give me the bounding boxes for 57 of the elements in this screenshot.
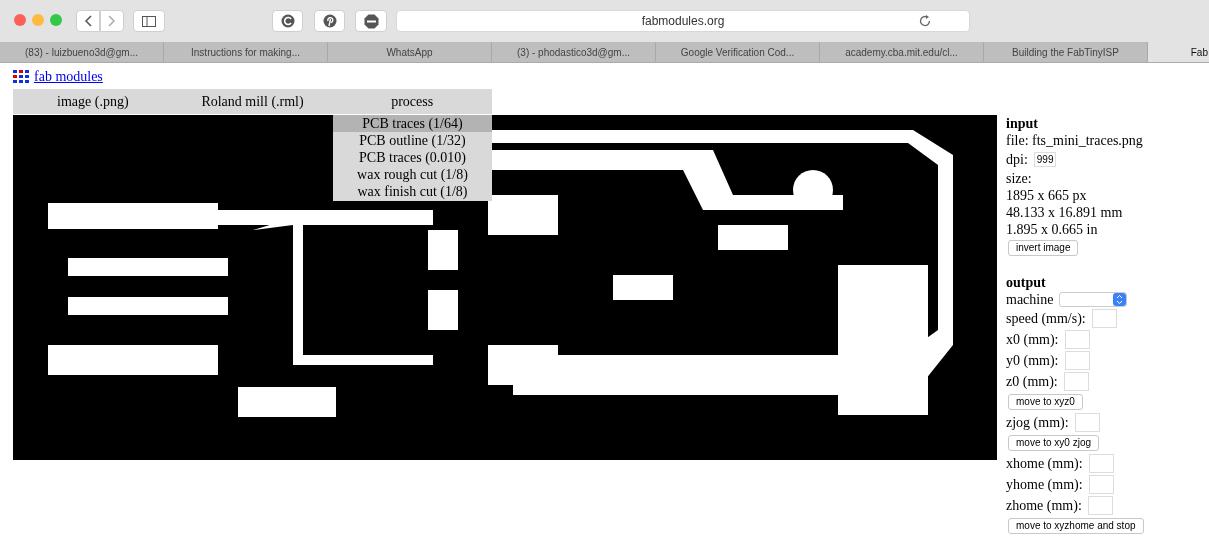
dropdown-option[interactable]: PCB outline (1/32) xyxy=(333,132,492,149)
sidebar-button[interactable] xyxy=(133,10,165,32)
chevron-left-icon xyxy=(84,15,92,27)
adblock-button[interactable] xyxy=(355,10,387,32)
stepper-icon xyxy=(1113,293,1127,306)
chevron-right-icon xyxy=(108,15,116,27)
fab-modules-link[interactable]: fab modules xyxy=(34,66,103,87)
size-text: 1.895 x 0.665 in xyxy=(1006,221,1099,238)
letter-circle-icon xyxy=(280,14,295,28)
reload-icon[interactable] xyxy=(919,15,931,27)
logo-icon xyxy=(13,70,30,83)
size-text: 1895 x 665 px xyxy=(1006,187,1088,204)
octagon-icon xyxy=(363,13,379,29)
input-field[interactable] xyxy=(1088,475,1114,494)
input-field[interactable] xyxy=(1074,413,1100,432)
machine-select[interactable] xyxy=(1059,292,1128,307)
browser-tab[interactable]: Fab xyxy=(1148,42,1209,62)
sidebar-icon xyxy=(142,15,156,27)
field-label: zhome (mm): xyxy=(1006,497,1082,514)
field-label: yhome (mm): xyxy=(1006,476,1083,493)
section-heading: output xyxy=(1006,274,1047,291)
section-heading: input xyxy=(1006,115,1039,132)
address-bar[interactable]: fabmodules.org xyxy=(396,10,970,32)
dropdown-option[interactable]: wax rough cut (1/8) xyxy=(333,166,492,183)
dropdown-option[interactable]: PCB traces (0.010) xyxy=(333,149,492,166)
menu-item[interactable]: image (.png) xyxy=(13,89,173,114)
field-label: zjog (mm): xyxy=(1006,414,1069,431)
size-text: 48.133 x 16.891 mm xyxy=(1006,204,1124,221)
field-label: dpi: xyxy=(1006,151,1028,168)
dropdown-option[interactable]: wax finish cut (1/8) xyxy=(333,183,492,200)
input-field[interactable] xyxy=(1063,372,1089,391)
pin-circle-icon xyxy=(322,14,337,28)
forward-button[interactable] xyxy=(100,10,124,32)
size-label: size: xyxy=(1006,170,1033,187)
dropdown-option[interactable]: PCB traces (1/64) xyxy=(333,115,492,132)
pin-extension-button[interactable] xyxy=(314,10,345,32)
field-label: y0 (mm): xyxy=(1006,352,1059,369)
field-label: xhome (mm): xyxy=(1006,455,1083,472)
action-button[interactable]: move to xyz0 xyxy=(1008,394,1083,410)
input-field[interactable] xyxy=(1064,330,1090,349)
field-label: machine xyxy=(1006,291,1054,308)
menu-item[interactable]: process xyxy=(332,89,492,114)
menu-item[interactable]: Roland mill (.rml) xyxy=(172,89,333,114)
back-button[interactable] xyxy=(76,10,100,32)
dpi-field[interactable]: 999 xyxy=(1033,152,1057,167)
file-name-text: file: fts_mini_traces.png xyxy=(1006,132,1144,149)
field-label: z0 (mm): xyxy=(1006,373,1058,390)
action-button[interactable]: move to xyzhome and stop xyxy=(1008,518,1144,534)
action-button[interactable]: move to xy0 zjog xyxy=(1008,435,1100,451)
input-field[interactable] xyxy=(1087,496,1113,515)
field-label: x0 (mm): xyxy=(1006,331,1059,348)
input-field[interactable] xyxy=(1088,454,1114,473)
extension-button[interactable] xyxy=(272,10,303,32)
action-button[interactable]: invert image xyxy=(1008,240,1079,256)
input-field[interactable] xyxy=(1064,351,1090,370)
field-label: speed (mm/s): xyxy=(1006,310,1086,327)
input-field[interactable] xyxy=(1091,309,1117,328)
